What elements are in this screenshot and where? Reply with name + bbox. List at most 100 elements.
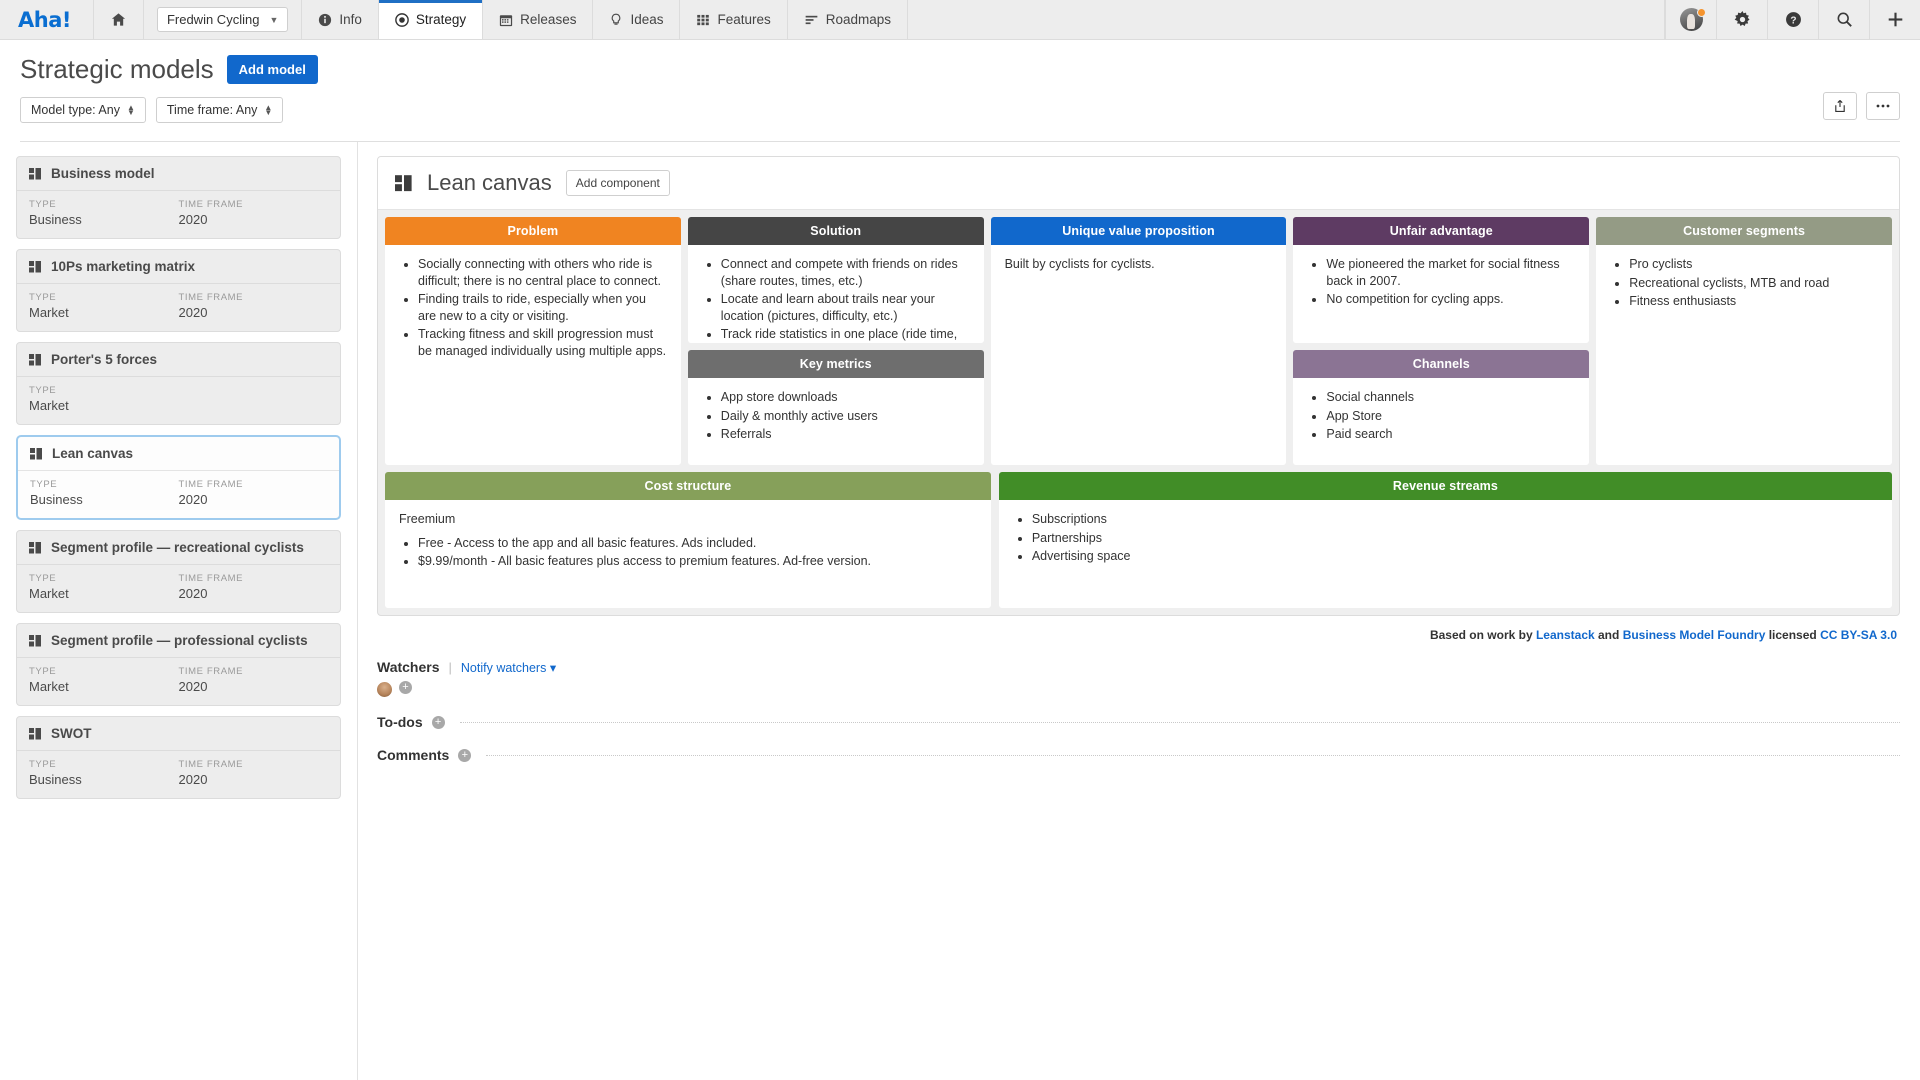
block-title-channels: Channels	[1293, 350, 1589, 378]
nav-tab-strategy[interactable]: Strategy	[379, 0, 483, 39]
nav-right-actions: ?	[1665, 0, 1920, 39]
comments-label: Comments	[377, 747, 449, 763]
list-item: Locate and learn about trails near your …	[721, 291, 970, 324]
model-time-frame-field: TIME FRAME 2020	[179, 666, 329, 694]
list-item: Connect and compete with friends on ride…	[721, 256, 970, 289]
model-card-header: Segment profile — professional cyclists	[17, 624, 340, 658]
model-card-swot[interactable]: SWOT TYPE Business TIME FRAME 2020	[16, 716, 341, 799]
avatar[interactable]	[377, 682, 392, 697]
block-content-problem: Socially connecting with others who ride…	[385, 245, 681, 373]
nav-tab-ideas[interactable]: Ideas	[593, 0, 680, 39]
canvas-column-customer-segments: Customer segments Pro cyclists Recreatio…	[1596, 217, 1892, 465]
divider	[460, 722, 1900, 723]
add-comment-button[interactable]: +	[458, 749, 471, 762]
list-item: Tracking fitness and skill progression m…	[418, 326, 667, 359]
leanstack-link[interactable]: Leanstack	[1536, 628, 1595, 642]
canvas-block-channels[interactable]: Channels Social channels App Store Paid …	[1293, 350, 1589, 465]
model-time-frame-label: TIME FRAME	[179, 479, 328, 490]
notify-watchers-link[interactable]: Notify watchers ▾	[461, 660, 556, 675]
target-icon	[395, 13, 409, 27]
page-body: Business model TYPE Business TIME FRAME …	[0, 142, 1920, 1080]
list-item: Daily & monthly active users	[721, 408, 970, 425]
model-type-value: Market	[29, 398, 179, 413]
list-item: Track ride statistics in one place (ride…	[721, 326, 970, 343]
add-new-button[interactable]	[1869, 0, 1920, 39]
nav-tab-info[interactable]: Info	[302, 0, 379, 39]
attribution-prefix: Based on work by	[1430, 628, 1536, 642]
watchers-section: Watchers | Notify watchers ▾ +	[377, 642, 1900, 697]
nav-tab-roadmaps[interactable]: Roadmaps	[788, 0, 908, 39]
model-time-frame-value: 2020	[179, 212, 329, 227]
model-type-label: TYPE	[29, 573, 179, 584]
canvas-block-cost-structure[interactable]: Cost structure Freemium Free - Access to…	[385, 472, 991, 608]
project-selector[interactable]: Fredwin Cycling ▼	[157, 7, 288, 32]
model-time-frame-field	[179, 385, 329, 413]
model-time-frame-value: 2020	[179, 492, 328, 507]
stepper-icon: ▲▼	[264, 105, 272, 115]
model-type-label: TYPE	[29, 292, 179, 303]
settings-button[interactable]	[1716, 0, 1767, 39]
models-sidebar: Business model TYPE Business TIME FRAME …	[0, 142, 358, 1080]
block-content-revenue-streams: Subscriptions Partnerships Advertising s…	[999, 500, 1892, 579]
model-time-frame-value: 2020	[179, 586, 329, 601]
canvas-block-solution[interactable]: Solution Connect and compete with friend…	[688, 217, 984, 343]
share-icon	[1833, 99, 1847, 113]
model-time-frame-value: 2020	[179, 305, 329, 320]
license-link[interactable]: CC BY-SA 3.0	[1820, 628, 1897, 642]
search-button[interactable]	[1818, 0, 1869, 39]
canvas-block-problem[interactable]: Problem Socially connecting with others …	[385, 217, 681, 465]
filter-time-frame[interactable]: Time frame: Any ▲▼	[156, 97, 283, 123]
add-todo-button[interactable]: +	[432, 716, 445, 729]
model-icon	[29, 354, 42, 366]
canvas-block-unique-value-proposition[interactable]: Unique value proposition Built by cyclis…	[991, 217, 1287, 465]
model-name: Segment profile — professional cyclists	[51, 633, 308, 648]
model-card-business-model[interactable]: Business model TYPE Business TIME FRAME …	[16, 156, 341, 239]
nav-tab-ideas-label: Ideas	[630, 12, 663, 27]
business-model-foundry-link[interactable]: Business Model Foundry	[1623, 628, 1766, 642]
model-card-porters-5-forces[interactable]: Porter's 5 forces TYPE Market	[16, 342, 341, 425]
share-button[interactable]	[1823, 92, 1857, 120]
list-item: Recreational cyclists, MTB and road	[1629, 275, 1878, 292]
model-type-value: Market	[29, 679, 179, 694]
attribution-middle: and	[1595, 628, 1623, 642]
model-card-10ps-marketing-matrix[interactable]: 10Ps marketing matrix TYPE Market TIME F…	[16, 249, 341, 332]
model-card-header: 10Ps marketing matrix	[17, 250, 340, 284]
page-title: Strategic models	[20, 54, 214, 85]
stepper-icon: ▲▼	[127, 105, 135, 115]
canvas-block-key-metrics[interactable]: Key metrics App store downloads Daily & …	[688, 350, 984, 465]
canvas-block-revenue-streams[interactable]: Revenue streams Subscriptions Partnershi…	[999, 472, 1892, 608]
nav-tab-releases[interactable]: Releases	[483, 0, 593, 39]
model-time-frame-label: TIME FRAME	[179, 292, 329, 303]
add-component-button[interactable]: Add component	[566, 170, 670, 196]
model-type-field: TYPE Market	[29, 666, 179, 694]
canvas-column-unfair-advantage: Unfair advantage We pioneered the market…	[1293, 217, 1589, 465]
model-card-header: Porter's 5 forces	[17, 343, 340, 377]
model-card-segment-profile-recreational-cyclists[interactable]: Segment profile — recreational cyclists …	[16, 530, 341, 613]
model-card-fields: TYPE Market TIME FRAME 2020	[17, 658, 340, 705]
info-icon	[318, 13, 332, 27]
aha-logo[interactable]: Aha!	[0, 0, 94, 39]
add-watcher-button[interactable]: +	[399, 681, 412, 694]
canvas-block-unfair-advantage[interactable]: Unfair advantage We pioneered the market…	[1293, 217, 1589, 343]
model-name: Business model	[51, 166, 155, 181]
model-name: SWOT	[51, 726, 92, 741]
help-button[interactable]: ?	[1767, 0, 1818, 39]
nav-home-button[interactable]	[94, 0, 144, 39]
add-model-button[interactable]: Add model	[227, 55, 318, 84]
user-avatar-button[interactable]	[1665, 0, 1716, 39]
model-icon	[395, 175, 413, 192]
home-icon	[111, 12, 126, 27]
more-options-button[interactable]	[1866, 92, 1900, 120]
calendar-icon	[499, 13, 513, 27]
attribution-suffix: licensed	[1765, 628, 1820, 642]
nav-tab-features[interactable]: Features	[680, 0, 787, 39]
canvas-block-customer-segments[interactable]: Customer segments Pro cyclists Recreatio…	[1596, 217, 1892, 465]
filter-model-type[interactable]: Model type: Any ▲▼	[20, 97, 146, 123]
model-type-label: TYPE	[29, 759, 179, 770]
model-card-lean-canvas[interactable]: Lean canvas TYPE Business TIME FRAME 202…	[16, 435, 341, 520]
model-card-fields: TYPE Market TIME FRAME 2020	[17, 284, 340, 331]
list-item: $9.99/month - All basic features plus ac…	[418, 553, 977, 570]
comments-section: Comments +	[377, 730, 1900, 763]
model-card-segment-profile-professional-cyclists[interactable]: Segment profile — professional cyclists …	[16, 623, 341, 706]
list-item: Free - Access to the app and all basic f…	[418, 535, 977, 552]
